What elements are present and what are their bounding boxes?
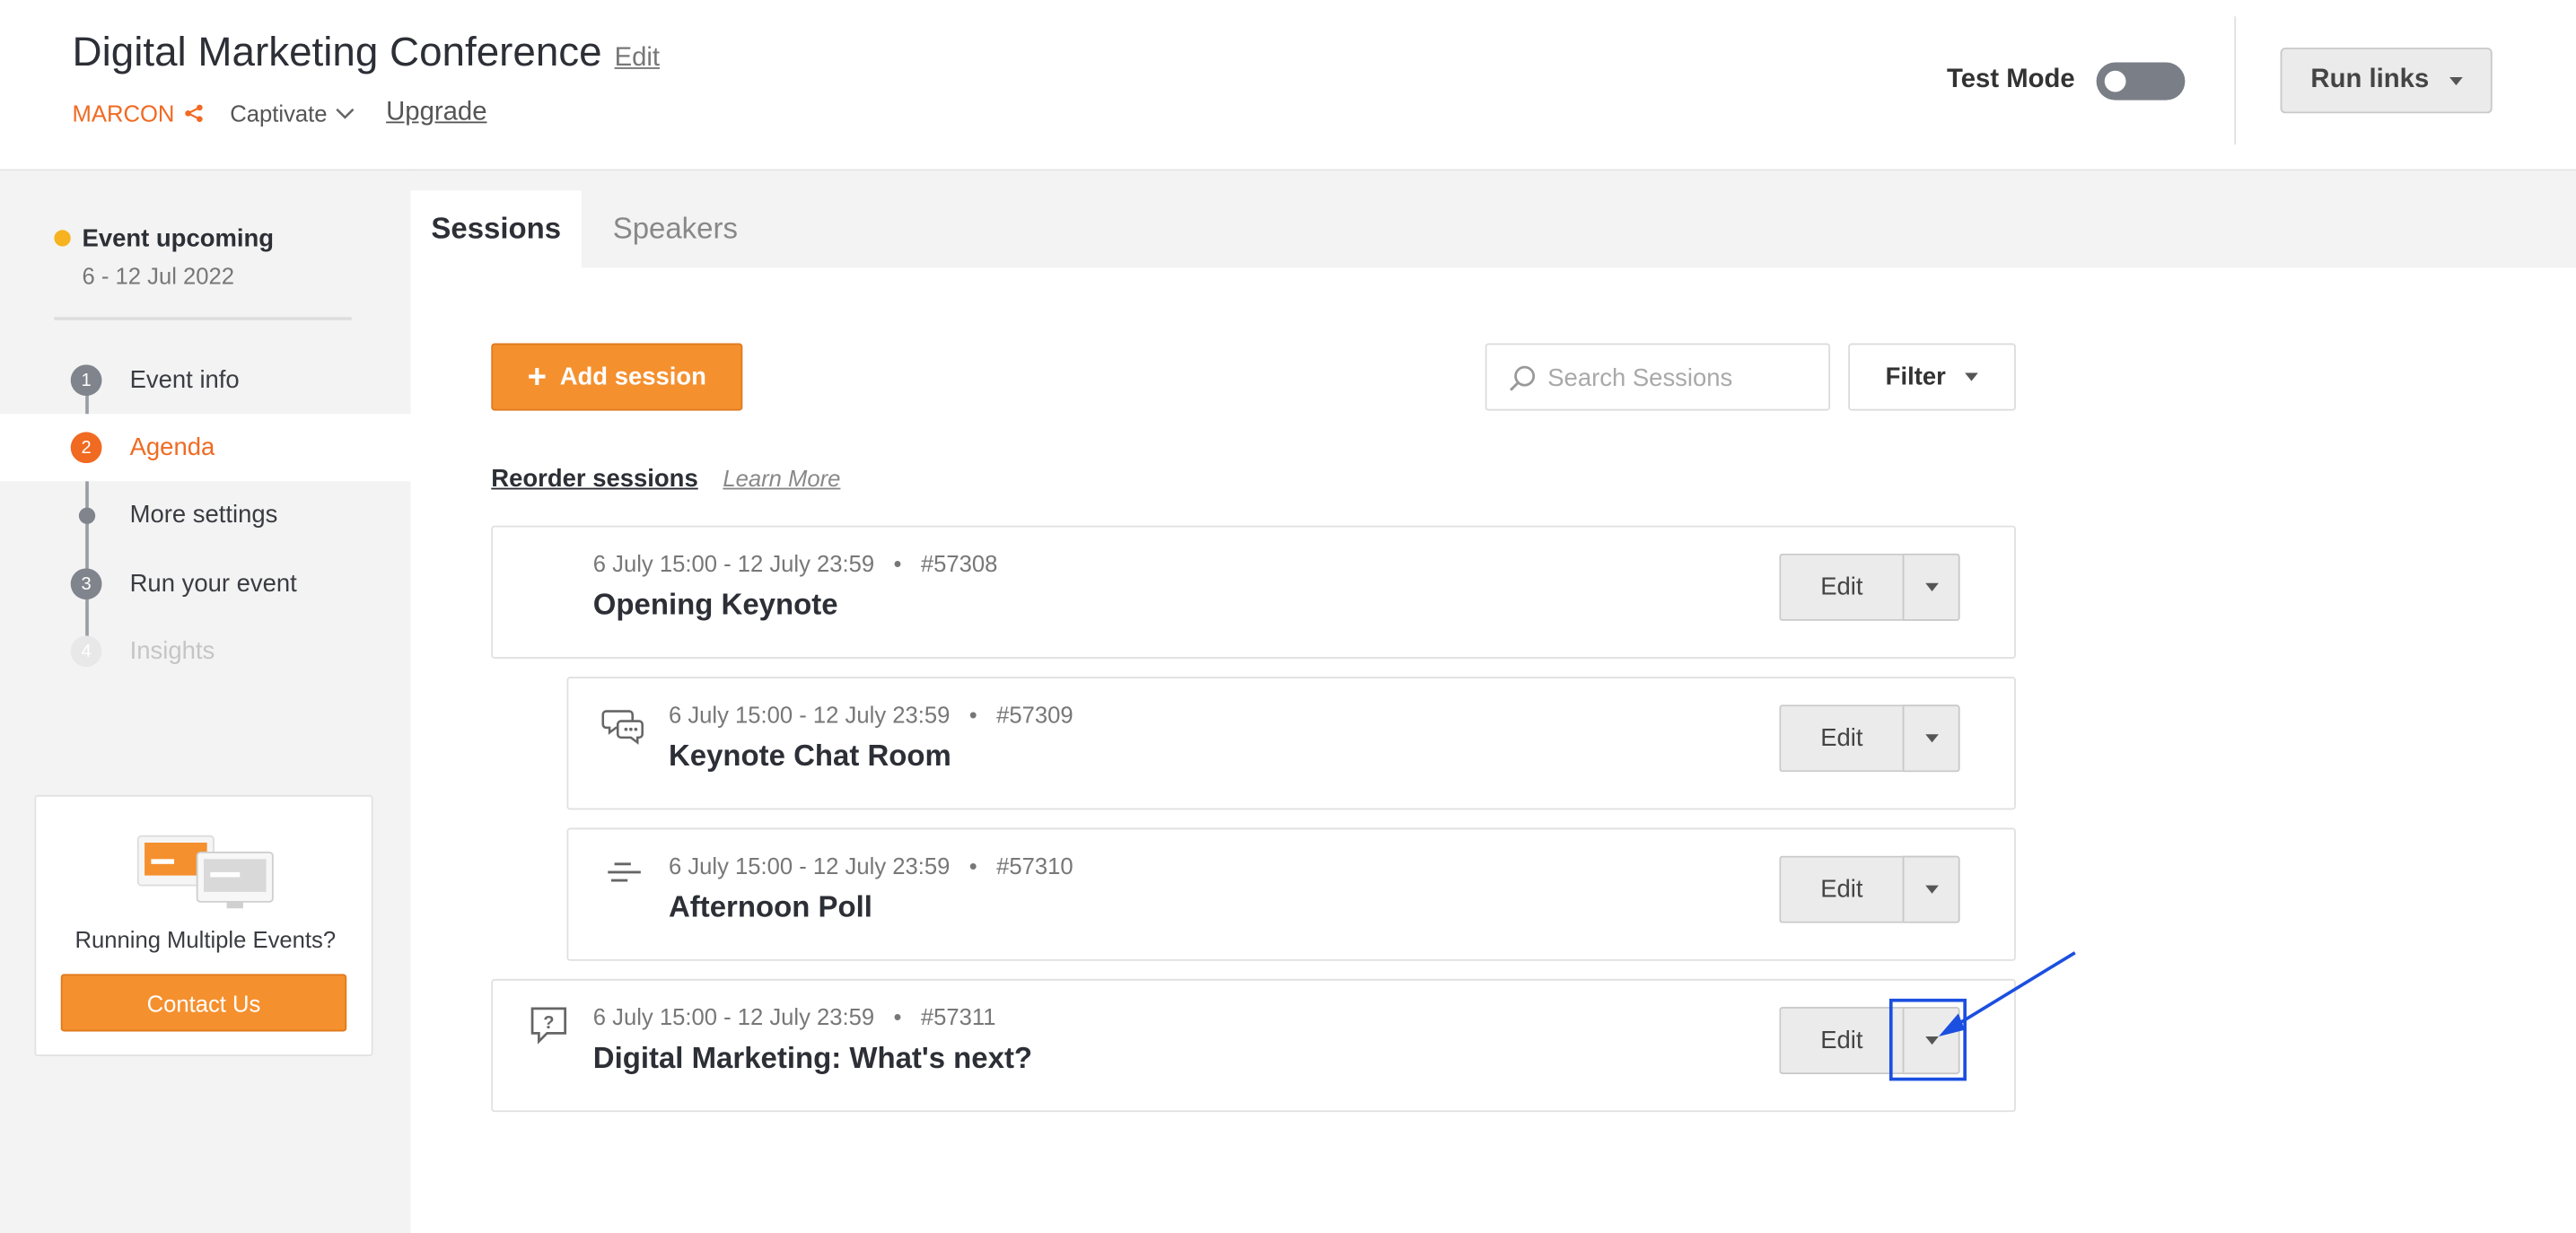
session-actions-dropdown[interactable] <box>1902 553 1960 621</box>
session-actions-dropdown[interactable] <box>1902 704 1960 773</box>
session-edit-button[interactable]: Edit <box>1779 855 1903 923</box>
add-session-button[interactable]: + Add session <box>491 343 743 411</box>
meta-separator: • <box>881 550 915 577</box>
session-row: 6 July 15:00 - 12 July 23:59 • #57310 Af… <box>566 827 2016 961</box>
step-number: 1 <box>70 364 102 397</box>
status-dot-icon <box>54 230 71 247</box>
event-title: Digital Marketing Conference <box>72 29 602 76</box>
test-mode-toggle[interactable] <box>2096 62 2186 101</box>
contact-us-button[interactable]: Contact Us <box>60 974 347 1032</box>
org-name: MARCON <box>72 100 175 127</box>
session-edit-button[interactable]: Edit <box>1779 704 1903 773</box>
run-links-label: Run links <box>2310 66 2430 94</box>
tab-bar: Sessions Speakers <box>410 171 2576 268</box>
session-actions-dropdown[interactable] <box>1902 855 1960 923</box>
session-id: #57309 <box>996 701 1073 728</box>
event-dates: 6 - 12 Jul 2022 <box>82 262 235 290</box>
plan-name: Captivate <box>230 100 328 127</box>
session-edit-button[interactable]: Edit <box>1779 1007 1903 1075</box>
meta-separator: • <box>956 701 990 728</box>
caret-down-icon <box>1924 734 1938 743</box>
edit-event-link[interactable]: Edit <box>615 44 660 74</box>
share-icon <box>185 104 204 122</box>
sidebar-item-agenda[interactable]: 2 Agenda <box>0 414 411 482</box>
session-meta: 6 July 15:00 - 12 July 23:59 • #57308 <box>593 550 998 576</box>
step-number: 4 <box>70 635 102 668</box>
caret-down-icon <box>2449 76 2462 85</box>
sidebar-item-insights: 4 Insights <box>0 617 411 685</box>
session-id: #57310 <box>996 852 1073 879</box>
sidebar-item-label: Run your event <box>129 570 297 599</box>
sidebar-item-event-info[interactable]: 1 Event info <box>0 346 411 414</box>
sidebar-item-label: More settings <box>129 501 278 529</box>
meta-separator: • <box>956 852 990 879</box>
session-name: Afternoon Poll <box>668 890 872 923</box>
app-root: Digital Marketing Conference Edit MARCON… <box>0 0 2576 1233</box>
session-time: 6 July 15:00 - 12 July 23:59 <box>668 852 951 879</box>
caret-down-icon <box>1924 885 1938 894</box>
chat-icon <box>601 710 644 745</box>
reorder-sessions-link[interactable]: Reorder sessions <box>491 465 697 493</box>
sidebar-item-label: Insights <box>129 637 215 666</box>
search-icon <box>1510 365 1536 391</box>
promo-text: Running Multiple Events? <box>74 926 337 953</box>
question-icon: ? <box>530 1007 567 1045</box>
plus-icon: + <box>527 358 548 396</box>
test-mode-label: Test Mode <box>1947 66 2075 94</box>
search-input[interactable] <box>1547 358 1819 398</box>
search-box <box>1485 343 1831 411</box>
filter-button[interactable]: Filter <box>1848 343 2016 411</box>
tab-speakers[interactable]: Speakers <box>613 190 738 267</box>
substep-dot-icon <box>78 506 96 523</box>
session-row: ? 6 July 15:00 - 12 July 23:59 • #57311 … <box>491 978 2016 1113</box>
sidebar: Event upcoming 6 - 12 Jul 2022 1 Event i… <box>0 171 411 1233</box>
sidebar-item-label: Agenda <box>129 433 215 462</box>
session-time: 6 July 15:00 - 12 July 23:59 <box>668 701 951 728</box>
step-number: 2 <box>70 432 102 464</box>
top-header: Digital Marketing Conference Edit MARCON… <box>0 0 2576 171</box>
session-id: #57308 <box>920 550 998 577</box>
multiple-screens-illustration <box>136 835 274 909</box>
sidebar-item-more-settings[interactable]: More settings <box>0 481 411 548</box>
poll-icon <box>608 862 641 882</box>
session-name: Keynote Chat Room <box>668 739 951 773</box>
session-id: #57311 <box>920 1003 996 1030</box>
sidebar-item-label: Event info <box>129 366 240 395</box>
header-divider <box>2234 16 2237 145</box>
annotation-arrow-icon <box>1938 951 2076 1036</box>
session-edit-button[interactable]: Edit <box>1779 553 1903 621</box>
session-meta: 6 July 15:00 - 12 July 23:59 • #57311 <box>593 1003 996 1029</box>
run-links-button[interactable]: Run links <box>2280 48 2493 114</box>
event-status: Event upcoming <box>82 224 275 253</box>
caret-down-icon <box>1965 372 1979 381</box>
upgrade-link[interactable]: Upgrade <box>386 99 486 128</box>
sidebar-item-run-event[interactable]: 3 Run your event <box>0 550 411 617</box>
multi-event-promo: Running Multiple Events? Contact Us <box>34 794 373 1056</box>
sidebar-divider <box>54 317 352 320</box>
plan-dropdown[interactable]: Captivate <box>230 101 356 127</box>
add-session-label: Add session <box>559 363 706 391</box>
tab-sessions[interactable]: Sessions <box>410 190 582 268</box>
step-number: 3 <box>70 568 102 600</box>
toggle-knob <box>2104 70 2126 92</box>
svg-text:?: ? <box>543 1013 554 1033</box>
chevron-down-icon <box>336 108 355 119</box>
session-row: 6 July 15:00 - 12 July 23:59 • #57308 Op… <box>491 525 2016 659</box>
session-time: 6 July 15:00 - 12 July 23:59 <box>592 550 875 577</box>
session-row: 6 July 15:00 - 12 July 23:59 • #57309 Ke… <box>566 677 2016 810</box>
session-meta: 6 July 15:00 - 12 July 23:59 • #57310 <box>669 853 1073 879</box>
learn-more-link[interactable]: Learn More <box>723 465 840 491</box>
session-name: Digital Marketing: What's next? <box>592 1041 1033 1075</box>
filter-label: Filter <box>1885 363 1946 391</box>
org-badge[interactable]: MARCON <box>73 101 205 127</box>
caret-down-icon <box>1924 582 1938 591</box>
meta-separator: • <box>881 1003 915 1030</box>
session-name: Opening Keynote <box>592 588 838 621</box>
session-time: 6 July 15:00 - 12 July 23:59 <box>592 1003 875 1030</box>
session-meta: 6 July 15:00 - 12 July 23:59 • #57309 <box>669 702 1073 728</box>
